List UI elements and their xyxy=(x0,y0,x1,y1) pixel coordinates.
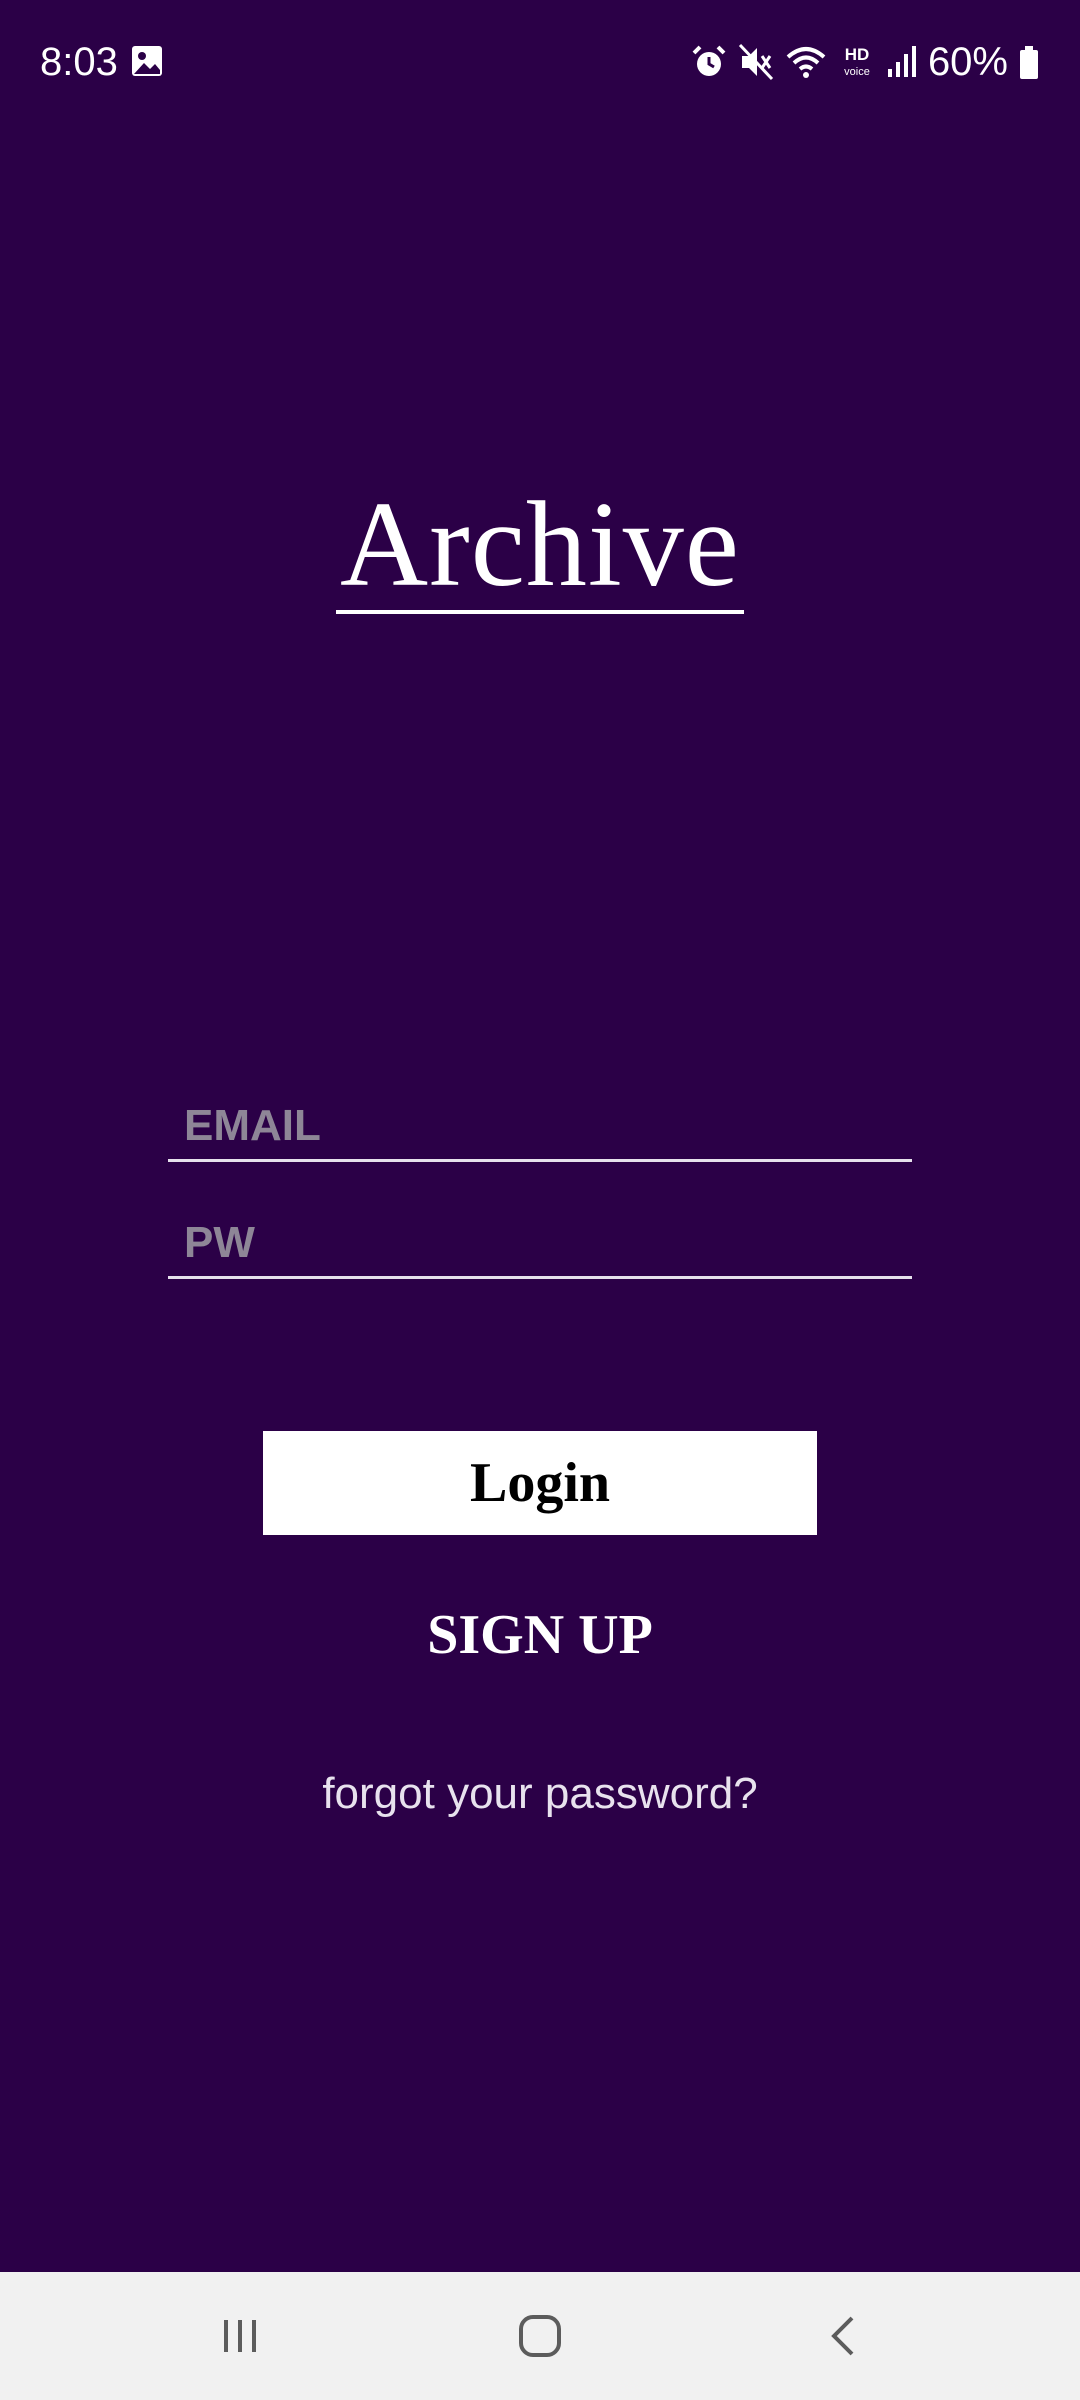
recents-button[interactable] xyxy=(200,2296,280,2376)
signal-icon xyxy=(887,46,916,77)
back-icon xyxy=(831,2316,854,2356)
battery-icon xyxy=(1020,46,1038,79)
hd-voice-icon: HD voice xyxy=(844,45,870,78)
status-bar: 8:03 HD voice 60% xyxy=(0,0,1080,125)
recents-icon xyxy=(224,2320,256,2352)
status-icons: HD voice 60% xyxy=(690,38,1040,86)
gallery-icon xyxy=(132,46,162,76)
mute-icon xyxy=(738,43,774,81)
email-field-container xyxy=(168,1092,912,1162)
email-input[interactable] xyxy=(168,1092,912,1159)
alarm-icon xyxy=(692,45,726,76)
home-button[interactable] xyxy=(500,2296,580,2376)
password-field-container xyxy=(168,1209,912,1279)
battery-level: 60% xyxy=(927,40,1008,84)
navigation-bar xyxy=(0,2272,1080,2400)
status-time: 8:03 xyxy=(40,40,118,84)
app-logo: Archive xyxy=(0,480,1080,614)
wifi-icon xyxy=(786,47,826,78)
login-button[interactable]: Login xyxy=(263,1431,817,1535)
forgot-password-link[interactable]: forgot your password? xyxy=(240,1762,840,1826)
home-icon xyxy=(519,2315,561,2357)
signup-button[interactable]: SIGN UP xyxy=(340,1596,740,1674)
login-screen: 8:03 HD voice 60% Archive EMAIL Login SI… xyxy=(0,0,1080,2400)
logo-text: Archive xyxy=(336,480,744,614)
back-button[interactable] xyxy=(804,2296,884,2376)
svg-text:HD: HD xyxy=(845,45,870,64)
svg-text:voice: voice xyxy=(844,66,870,78)
password-input[interactable] xyxy=(168,1209,912,1276)
